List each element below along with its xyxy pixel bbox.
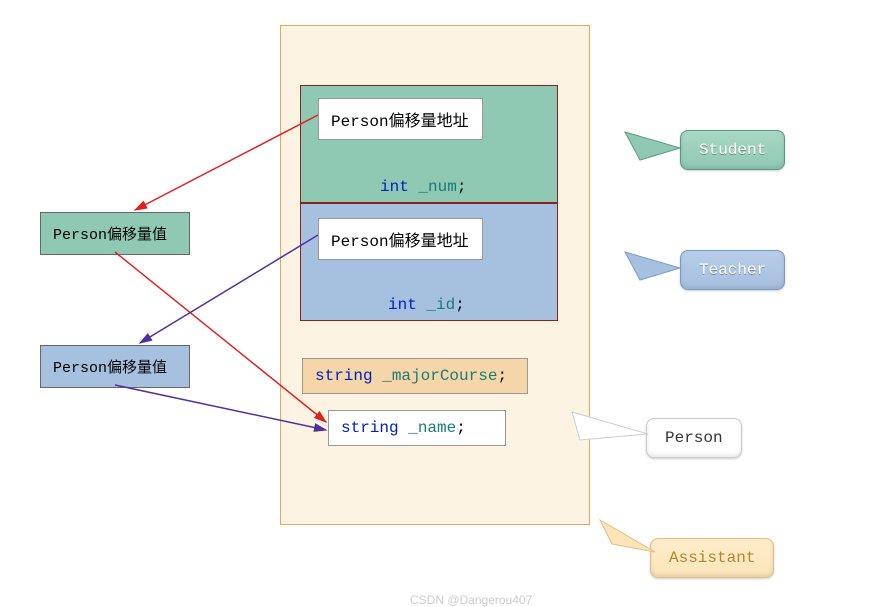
teacher-vptr-label: Person偏移量地址 [331, 233, 469, 251]
teacher-callout-tail [625, 252, 680, 280]
name-semi: ; [456, 419, 466, 437]
teacher-offset-table: Person偏移量值 [40, 345, 190, 388]
majorcourse-box: string _majorCourse; [302, 358, 528, 394]
student-member-name: _num [418, 178, 456, 196]
teacher-member-type: int [388, 296, 417, 314]
majorcourse-type: string [315, 367, 373, 385]
student-member-type: int [380, 178, 409, 196]
assistant-callout-label: Assistant [669, 549, 755, 567]
teacher-member: int _id; [388, 296, 465, 314]
teacher-offset-label: Person偏移量值 [53, 360, 167, 377]
student-offset-label: Person偏移量值 [53, 227, 167, 244]
teacher-callout-label: Teacher [699, 261, 766, 279]
student-offset-table: Person偏移量值 [40, 212, 190, 255]
student-callout: Student [680, 130, 785, 170]
person-callout-label: Person [665, 429, 723, 447]
name-type: string [341, 419, 399, 437]
majorcourse-semi: ; [497, 367, 507, 385]
student-callout-label: Student [699, 141, 766, 159]
student-vptr-label: Person偏移量地址 [331, 113, 469, 131]
teacher-member-semi: ; [455, 296, 465, 314]
assistant-callout: Assistant [650, 538, 774, 578]
teacher-callout: Teacher [680, 250, 785, 290]
student-member: int _num; [380, 178, 466, 196]
assistant-callout-tail [600, 520, 655, 552]
student-member-semi: ; [457, 178, 467, 196]
teacher-member-name: _id [426, 296, 455, 314]
watermark: CSDN @Dangerou407 [410, 593, 532, 607]
name-box: string _name; [328, 410, 506, 446]
student-callout-tail [625, 132, 680, 160]
teacher-vptr-box: Person偏移量地址 [318, 218, 483, 260]
name-name: _name [408, 419, 456, 437]
student-vptr-box: Person偏移量地址 [318, 98, 483, 140]
person-callout: Person [646, 418, 742, 458]
majorcourse-name: _majorCourse [382, 367, 497, 385]
